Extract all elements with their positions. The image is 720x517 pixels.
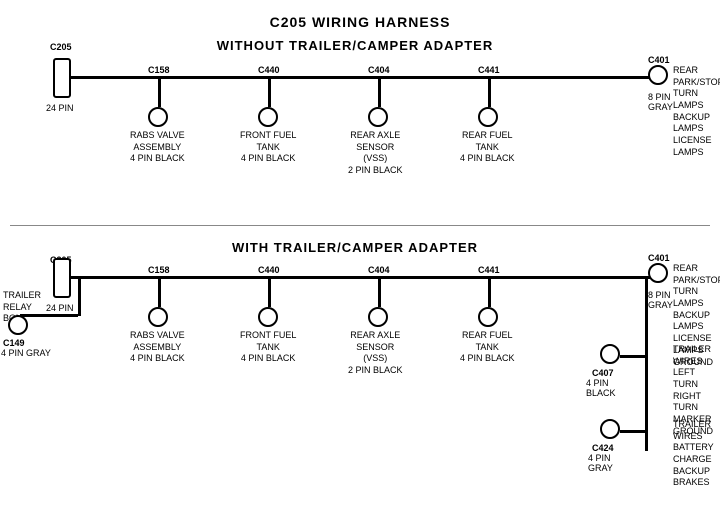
section2-main-line [70, 276, 650, 279]
section2-c158-id: C158 [148, 265, 170, 275]
section2-c424-desc: TRAILER WIRESBATTERY CHARGEBACKUPBRAKES [673, 419, 720, 489]
section1-c441-circle [478, 107, 498, 127]
section1-c158-id: C158 [148, 65, 170, 75]
section1-c401-desc: REAR PARK/STOPTURN LAMPSBACKUP LAMPSLICE… [673, 65, 720, 159]
section2-c158-label: RABS VALVEASSEMBLY4 PIN BLACK [130, 330, 185, 365]
section1-c205-rect [53, 58, 71, 98]
section1-c158-circle [148, 107, 168, 127]
section1-c441-vline [488, 77, 491, 107]
section2-c205-pin: 24 PIN [46, 303, 74, 313]
section2-c424-id: C424 [592, 443, 614, 453]
section1-c401-id: C401 [648, 55, 670, 65]
section1-c440-id: C440 [258, 65, 280, 75]
section2-c407-id: C407 [592, 368, 614, 378]
section2-c404-label: REAR AXLESENSOR(VSS)2 PIN BLACK [348, 330, 403, 377]
section2-c441-vline [488, 277, 491, 307]
section2-c149-pin: 4 PIN GRAY [1, 348, 51, 358]
section1-main-line [70, 76, 650, 79]
section2-c424-circle [600, 419, 620, 439]
section1-label: WITHOUT TRAILER/CAMPER ADAPTER [155, 38, 555, 53]
section2-relay-vline [78, 276, 81, 316]
section2-c158-vline [158, 277, 161, 307]
section2-c404-id: C404 [368, 265, 390, 275]
section1-c401-pin: 8 PINGRAY [648, 92, 673, 112]
section1-c404-circle [368, 107, 388, 127]
section1-c404-id: C404 [368, 65, 390, 75]
section2-c440-circle [258, 307, 278, 327]
section2-c407-circle [600, 344, 620, 364]
section2-c404-circle [368, 307, 388, 327]
section2-c441-id: C441 [478, 265, 500, 275]
section2-c441-circle [478, 307, 498, 327]
section-divider [10, 225, 710, 226]
section2-c424-hline [620, 430, 646, 433]
section2-c149-circle [8, 315, 28, 335]
section1-c441-id: C441 [478, 65, 500, 75]
section2-c205-rect [53, 258, 71, 298]
section1-c440-label: FRONT FUELTANK4 PIN BLACK [240, 130, 296, 165]
section2-c424-pin: 4 PINGRAY [588, 453, 613, 473]
section2-c401-pin: 8 PINGRAY [648, 290, 673, 310]
section2-label: WITH TRAILER/CAMPER ADAPTER [155, 240, 555, 255]
section2-c404-vline [378, 277, 381, 307]
section2-c407-hline [620, 355, 646, 358]
section1-c441-label: REAR FUELTANK4 PIN BLACK [460, 130, 515, 165]
section2-c440-label: FRONT FUELTANK4 PIN BLACK [240, 330, 296, 365]
section2-c401-circle [648, 263, 668, 283]
section1-c404-vline [378, 77, 381, 107]
section2-right-branch-vline [645, 276, 648, 451]
section2-c441-label: REAR FUELTANK4 PIN BLACK [460, 330, 515, 365]
section2-c440-id: C440 [258, 265, 280, 275]
section2-c149-id: C149 [3, 338, 25, 348]
section1-c440-circle [258, 107, 278, 127]
section1-c401-circle [648, 65, 668, 85]
section1-c158-label: RABS VALVEASSEMBLY4 PIN BLACK [130, 130, 185, 165]
section1-c440-vline [268, 77, 271, 107]
section2-c401-id: C401 [648, 253, 670, 263]
section2-c158-circle [148, 307, 168, 327]
diagram: C205 WIRING HARNESS WITHOUT TRAILER/CAMP… [0, 0, 720, 500]
section2-c440-vline [268, 277, 271, 307]
section1-c158-vline [158, 77, 161, 107]
section1-c404-label: REAR AXLESENSOR(VSS)2 PIN BLACK [348, 130, 403, 177]
section2-c407-pin: 4 PINBLACK [586, 378, 616, 398]
section1-c205-pin: 24 PIN [46, 103, 74, 113]
page-title: C205 WIRING HARNESS [0, 6, 720, 30]
